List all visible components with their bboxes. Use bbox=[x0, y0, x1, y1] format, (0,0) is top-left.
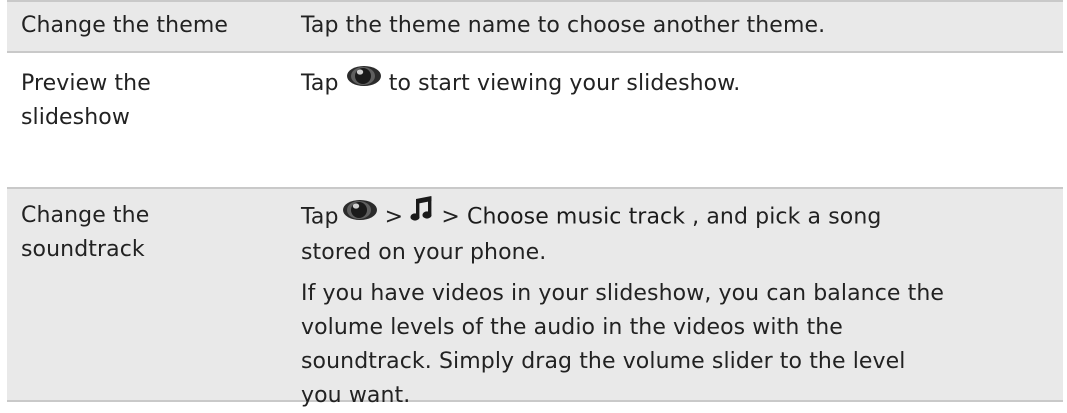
row-2-action: Preview the slideshow bbox=[21, 67, 151, 135]
row-3-desc-tail: , and pick a song bbox=[685, 204, 882, 230]
eye-icon bbox=[342, 198, 378, 232]
row-3-desc-sep-1: > bbox=[377, 204, 411, 230]
row-3-para-line-2: volume levels of the audio in the videos… bbox=[301, 315, 843, 340]
feature-table: Change the theme Tap the theme name to c… bbox=[0, 0, 1067, 408]
row-3-action-line-1: Change the bbox=[21, 203, 150, 228]
row-2-action-line-2: slideshow bbox=[21, 105, 130, 130]
row-3-para-line-3: soundtrack. Simply drag the volume slide… bbox=[301, 349, 906, 374]
row-3-action: Change the soundtrack bbox=[21, 199, 149, 267]
row-3-description: Tap > > Choose music track , and pick a … bbox=[301, 196, 882, 270]
row-2-action-line-1: Preview the bbox=[21, 71, 151, 96]
music-note-icon bbox=[410, 196, 434, 233]
row-1-action: Change the theme bbox=[21, 13, 228, 38]
row-2-desc-after: to start viewing your slideshow. bbox=[388, 71, 741, 96]
row-3-desc-line-1: Tap > > Choose music track , and pick a … bbox=[301, 196, 882, 236]
row-3-desc-line-2: stored on your phone. bbox=[301, 240, 547, 265]
row-2-description: Tap to start viewing your slideshow. bbox=[301, 64, 741, 101]
row-2-desc-before: Tap bbox=[301, 71, 346, 96]
eye-icon bbox=[346, 64, 382, 98]
row-1-description: Tap the theme name to choose another the… bbox=[301, 13, 826, 38]
table-rule-1 bbox=[7, 51, 1063, 53]
row-3-para-line-4: you want. bbox=[301, 383, 411, 408]
row-3-desc-sep-2: > bbox=[434, 204, 468, 230]
row-3-action-line-2: soundtrack bbox=[21, 237, 145, 262]
row-3-paragraph-2: If you have videos in your slideshow, yo… bbox=[301, 277, 944, 413]
table-rule-2 bbox=[7, 187, 1063, 189]
row-3-desc-term: Choose music track bbox=[467, 204, 686, 230]
table-rule-top bbox=[7, 0, 1063, 2]
row-3-desc-tap: Tap bbox=[301, 204, 339, 230]
row-3-para-line-1: If you have videos in your slideshow, yo… bbox=[301, 281, 945, 306]
